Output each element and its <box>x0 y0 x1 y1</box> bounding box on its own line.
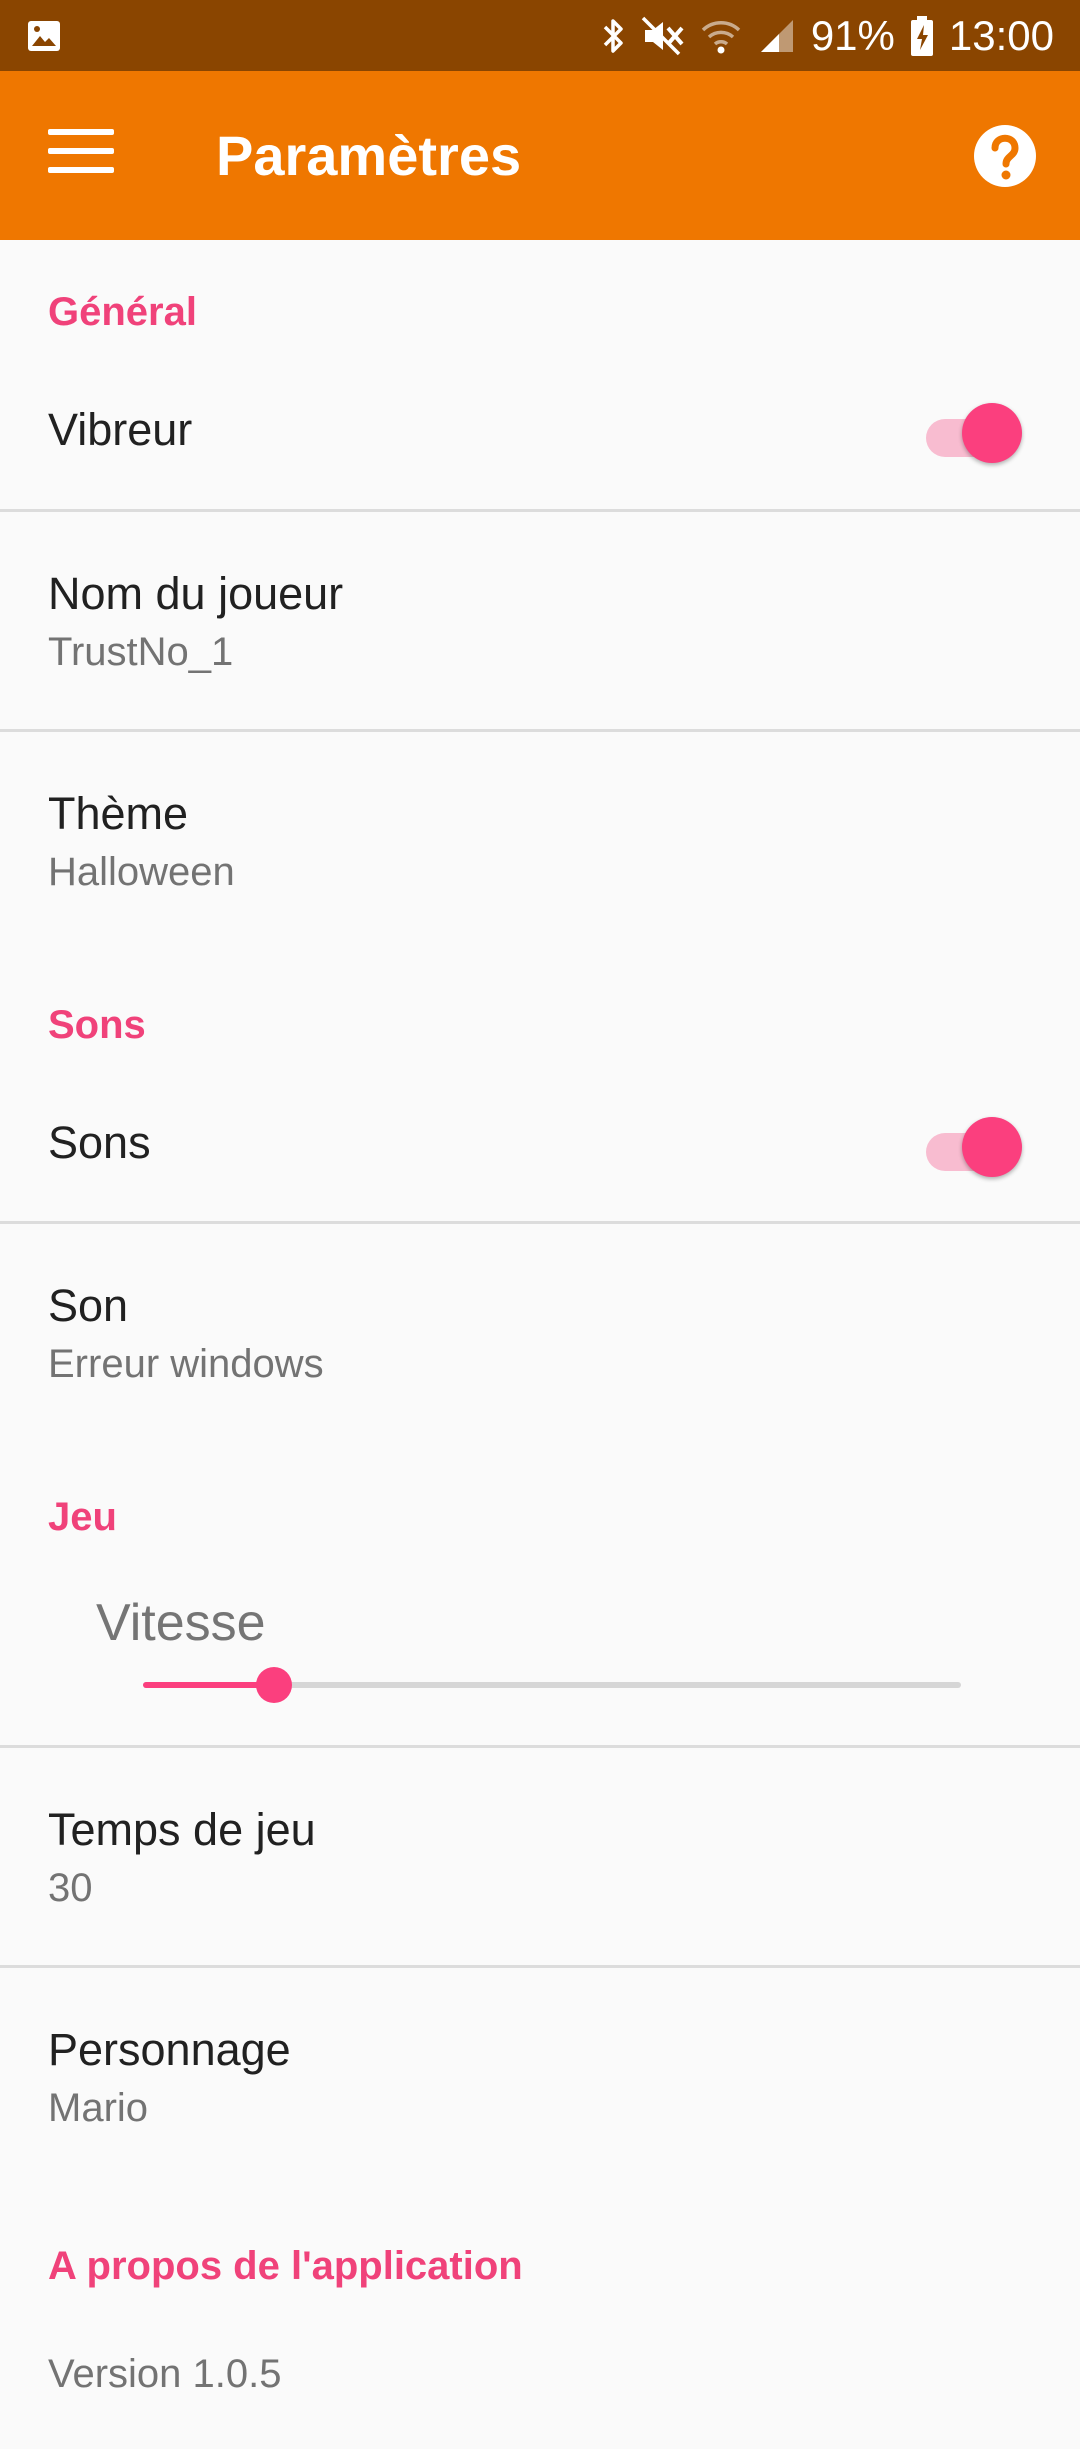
battery-charging-icon <box>910 15 933 56</box>
category-about: A propos de l'application <box>48 2244 523 2288</box>
pref-personnage[interactable]: Personnage Mario <box>0 1968 1080 2168</box>
pref-sons-title: Sons <box>48 1117 151 1168</box>
vitesse-slider[interactable] <box>143 1665 961 1705</box>
battery-percent: 91% <box>810 11 895 59</box>
help-circle-icon[interactable] <box>972 123 1038 189</box>
category-general: Général <box>48 290 197 334</box>
pref-theme-summary: Halloween <box>48 850 235 894</box>
vitesse-label: Vitesse <box>96 1594 266 1652</box>
pref-version[interactable]: Version 1.0.5 <box>0 2300 1080 2430</box>
pref-nom-joueur-title: Nom du joueur <box>48 568 344 619</box>
sons-switch[interactable] <box>926 1116 1022 1177</box>
hamburger-menu-icon[interactable] <box>48 129 114 181</box>
pref-nom-joueur[interactable]: Nom du joueur TrustNo_1 <box>0 512 1080 730</box>
pref-temps-summary: 30 <box>48 1866 93 1910</box>
pref-son-summary: Erreur windows <box>48 1342 324 1386</box>
clock: 13:00 <box>948 11 1054 59</box>
slider-fill <box>143 1682 274 1688</box>
pref-personnage-title: Personnage <box>48 2024 291 2075</box>
switch-thumb <box>962 403 1022 463</box>
mute-icon <box>641 16 684 55</box>
slider-thumb[interactable] <box>255 1667 292 1703</box>
pref-temps-de-jeu[interactable]: Temps de jeu 30 <box>0 1748 1080 1966</box>
pref-son[interactable]: Son Erreur windows <box>0 1224 1080 1424</box>
pref-son-title: Son <box>48 1280 129 1331</box>
pref-sons[interactable]: Sons <box>0 1073 1080 1223</box>
gallery-icon <box>28 21 60 51</box>
wifi-icon <box>701 20 741 53</box>
pref-theme-title: Thème <box>48 788 189 839</box>
vibreur-switch[interactable] <box>926 402 1022 463</box>
category-jeu: Jeu <box>48 1495 117 1539</box>
signal-icon <box>760 19 793 52</box>
pref-personnage-summary: Mario <box>48 2086 149 2130</box>
bluetooth-icon <box>603 18 623 53</box>
switch-thumb <box>962 1117 1022 1177</box>
pref-temps-title: Temps de jeu <box>48 1804 316 1855</box>
status-bar: 91% 13:00 <box>0 0 1080 71</box>
pref-vibreur[interactable]: Vibreur <box>0 360 1080 510</box>
app-bar: Paramètres <box>0 71 1080 240</box>
pref-nom-joueur-summary: TrustNo_1 <box>48 630 234 674</box>
pref-theme[interactable]: Thème Halloween <box>0 732 1080 932</box>
page-title: Paramètres <box>216 124 522 187</box>
pref-vibreur-title: Vibreur <box>48 404 193 455</box>
category-sons: Sons <box>48 1003 146 1047</box>
version-text: Version 1.0.5 <box>48 2352 282 2396</box>
